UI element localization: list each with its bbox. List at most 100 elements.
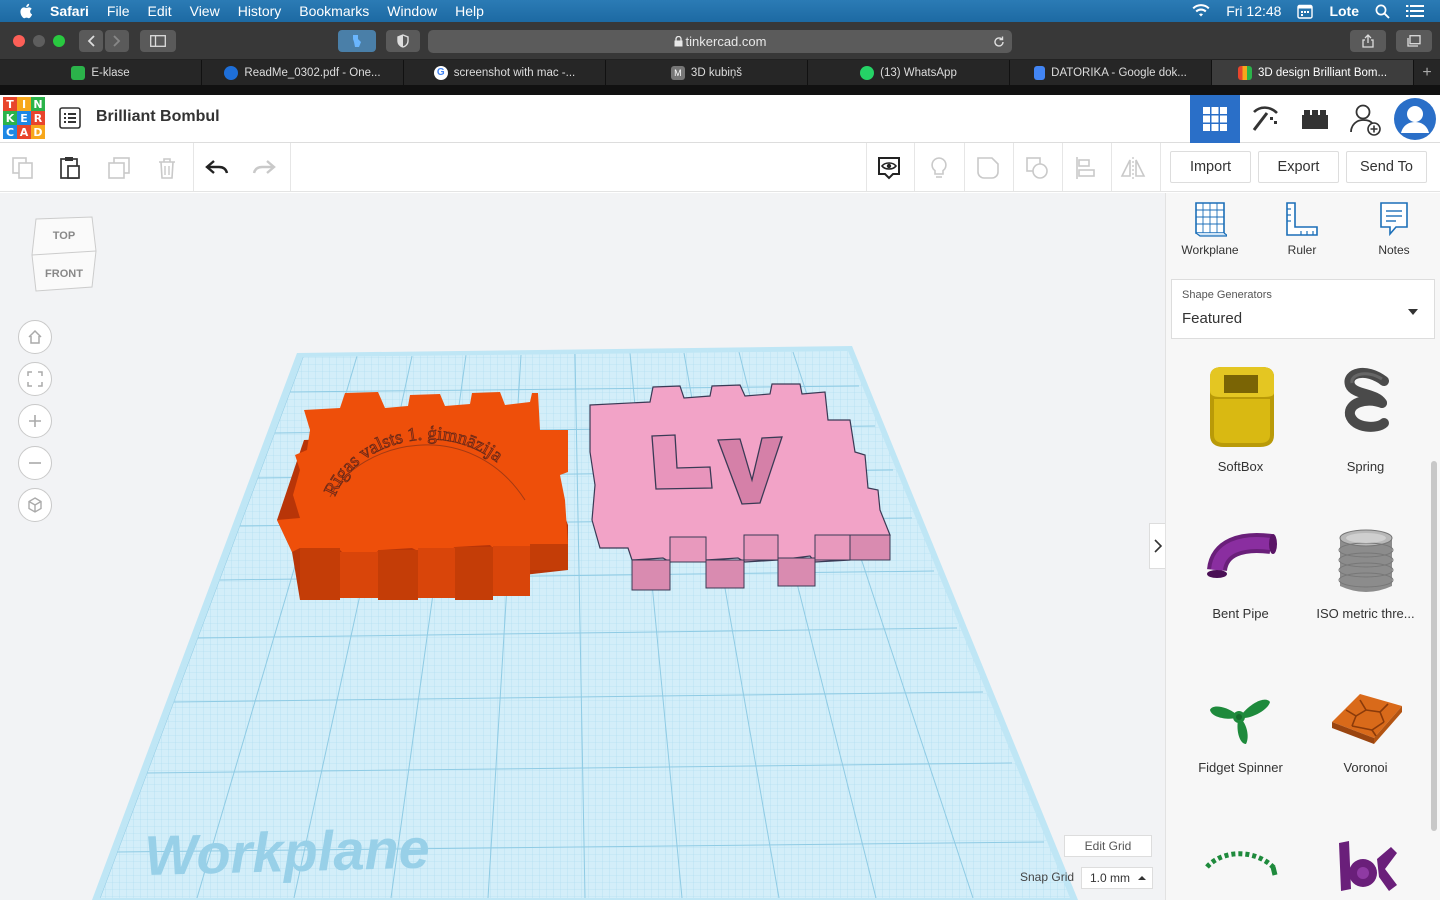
home-view-button[interactable] — [18, 320, 52, 354]
group-icon[interactable] — [975, 155, 1001, 181]
tab-google-search[interactable]: Gscreenshot with mac -... — [404, 60, 606, 85]
tab-label: screenshot with mac -... — [453, 66, 576, 79]
perspective-toggle-button[interactable] — [18, 488, 52, 522]
grid-icon — [1203, 107, 1227, 131]
chevron-down-icon — [1408, 309, 1418, 315]
shape-spring[interactable]: Spring — [1303, 363, 1428, 474]
notification-center-icon[interactable] — [1406, 4, 1424, 18]
zoom-in-button[interactable] — [18, 404, 52, 438]
fit-view-button[interactable] — [18, 362, 52, 396]
lightbulb-icon[interactable] — [926, 155, 952, 181]
undo-icon[interactable] — [204, 155, 230, 181]
purple-text-shape-icon — [1338, 841, 1397, 891]
shape-softbox[interactable]: SoftBox — [1178, 363, 1303, 474]
show-all-eye-icon[interactable] — [876, 155, 902, 181]
orange-puzzle-piece[interactable]: Rīgas valsts 1. ģimnāzija — [277, 392, 568, 600]
tab-eklase[interactable]: E-klase — [0, 60, 202, 85]
shape-dotted-arc[interactable] — [1178, 843, 1303, 891]
panel-collapse-tab[interactable] — [1149, 523, 1165, 569]
design-menu-icon[interactable] — [59, 107, 81, 129]
blocks-view-button[interactable] — [1240, 95, 1290, 143]
workplane-tool[interactable]: Workplane — [1170, 201, 1250, 257]
redo-icon[interactable] — [251, 155, 277, 181]
reload-icon[interactable] — [993, 36, 1005, 48]
ruler-tool[interactable]: Ruler — [1262, 201, 1342, 257]
tab-3d-kubins[interactable]: M 3D kubiņš — [606, 60, 808, 85]
import-button[interactable]: Import — [1170, 151, 1251, 183]
menubar-user[interactable]: Lote — [1329, 3, 1359, 19]
share-icon — [1362, 34, 1374, 48]
export-button[interactable]: Export — [1258, 151, 1339, 183]
show-tabs-button[interactable] — [1396, 30, 1432, 52]
zoom-out-button[interactable] — [18, 446, 52, 480]
tab-whatsapp[interactable]: (13) WhatsApp — [808, 60, 1010, 85]
toolbar-separator — [290, 143, 291, 191]
send-to-button[interactable]: Send To — [1346, 151, 1427, 183]
mirror-icon[interactable] — [1120, 155, 1146, 181]
toolbar-separator — [964, 143, 965, 191]
shape-voronoi[interactable]: Voronoi — [1303, 688, 1428, 775]
duplicate-icon[interactable] — [106, 155, 132, 181]
privacy-report-button[interactable] — [386, 30, 420, 52]
design-title[interactable]: Brilliant Bombul — [96, 108, 220, 126]
3d-viewport[interactable]: Workplane Rīgas valsts 1. ģimnāzija TOP … — [0, 193, 1165, 900]
apple-icon[interactable] — [18, 2, 36, 20]
shape-purple-text[interactable] — [1303, 833, 1428, 900]
menu-file[interactable]: File — [107, 0, 130, 22]
address-bar[interactable]: tinkercad.com — [428, 30, 1012, 53]
voronoi-shape-icon — [1331, 694, 1402, 744]
panel-scrollbar[interactable] — [1431, 461, 1437, 831]
menu-history[interactable]: History — [238, 0, 282, 22]
edit-grid-button[interactable]: Edit Grid — [1064, 835, 1152, 857]
tab-google-docs[interactable]: DATORIKA - Google dok... — [1010, 60, 1212, 85]
share-button[interactable] — [1350, 30, 1386, 52]
brick-icon — [1302, 110, 1328, 129]
paste-icon[interactable] — [57, 155, 83, 181]
logo-letter: I — [17, 97, 31, 111]
tinkercad-logo[interactable]: T I N K E R C A D — [3, 97, 45, 139]
menubar-clock[interactable]: Fri 12:48 — [1226, 3, 1281, 19]
minimize-window-button[interactable] — [33, 35, 45, 47]
invite-user-button[interactable] — [1340, 95, 1390, 143]
close-window-button[interactable] — [13, 35, 25, 47]
user-avatar-button[interactable] — [1390, 95, 1440, 143]
view-cube[interactable]: TOP FRONT — [30, 215, 98, 297]
wifi-icon[interactable] — [1192, 4, 1210, 18]
spotlight-search-icon[interactable] — [1375, 4, 1390, 19]
3d-view-button[interactable] — [1190, 95, 1240, 143]
menu-help[interactable]: Help — [455, 0, 484, 22]
bricks-view-button[interactable] — [1290, 95, 1340, 143]
menu-safari[interactable]: Safari — [50, 0, 89, 22]
calendar-icon[interactable] — [1297, 4, 1314, 19]
plus-icon — [29, 415, 41, 427]
menu-window[interactable]: Window — [387, 0, 437, 22]
sidebar-toggle-button[interactable] — [140, 30, 176, 52]
tab-readme-pdf[interactable]: ReadMe_0302.pdf - One... — [202, 60, 404, 85]
back-button[interactable] — [79, 30, 103, 52]
tab-tinkercad[interactable]: 3D design Brilliant Bom... — [1212, 60, 1414, 85]
shape-iso-metric-thread[interactable]: ISO metric thre... — [1303, 528, 1428, 621]
snap-grid-select[interactable]: 1.0 mm — [1081, 867, 1153, 889]
shape-fidget-spinner[interactable]: Fidget Spinner — [1178, 688, 1303, 775]
new-tab-button[interactable]: + — [1414, 60, 1440, 85]
tab-label: DATORIKA - Google dok... — [1051, 66, 1187, 79]
logo-letter: A — [17, 125, 31, 139]
workplane-scene[interactable]: Workplane Rīgas valsts 1. ģimnāzija — [0, 193, 1165, 900]
logo-letter: E — [17, 111, 31, 125]
google-docs-favicon — [1034, 65, 1046, 80]
shape-bent-pipe[interactable]: Bent Pipe — [1178, 528, 1303, 621]
caret-up-icon — [1138, 876, 1147, 880]
shape-generators-dropdown[interactable]: Shape Generators Featured — [1171, 279, 1435, 339]
menu-view[interactable]: View — [190, 0, 220, 22]
delete-icon[interactable] — [154, 155, 180, 181]
ungroup-icon[interactable] — [1024, 155, 1050, 181]
notes-tool[interactable]: Notes — [1354, 201, 1434, 257]
menu-edit[interactable]: Edit — [147, 0, 171, 22]
align-icon[interactable] — [1073, 155, 1099, 181]
zoom-window-button[interactable] — [53, 35, 65, 47]
forward-button[interactable] — [105, 30, 129, 52]
menu-bookmarks[interactable]: Bookmarks — [299, 0, 369, 22]
workplane-icon — [1195, 202, 1227, 237]
extension-button[interactable] — [338, 30, 376, 52]
copy-icon[interactable] — [10, 155, 36, 181]
